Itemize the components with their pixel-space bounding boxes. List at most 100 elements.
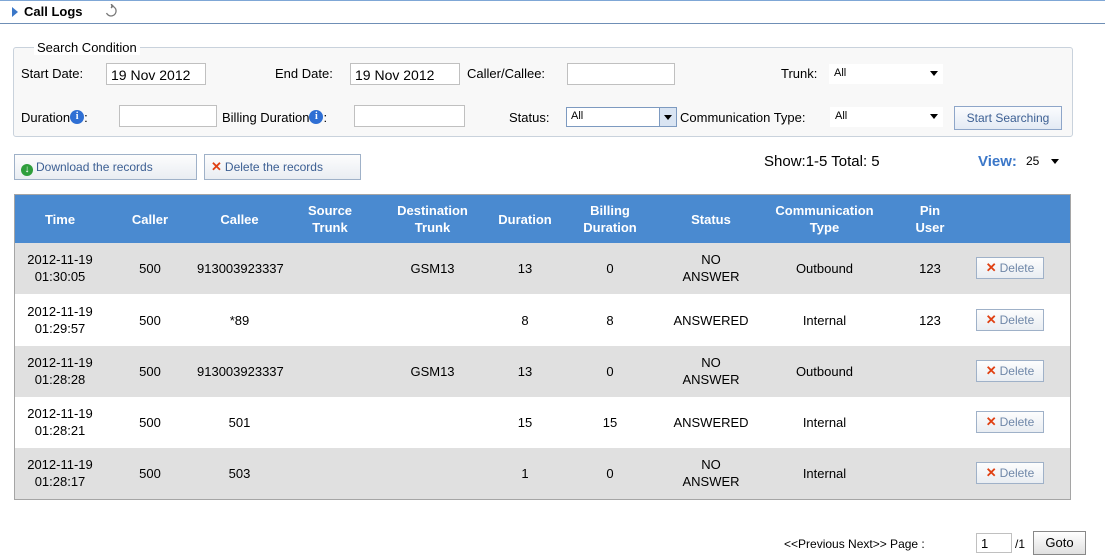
cell-caller: 500	[139, 313, 161, 328]
start-searching-button[interactable]: Start Searching	[954, 106, 1062, 130]
show-total-text: Show:1-5 Total: 5	[764, 153, 880, 170]
billing-duration-input[interactable]	[354, 105, 465, 127]
column-header-pin-user-l2: User	[915, 220, 945, 235]
table-row: 2012-11-19 01:28:17 500 503 1 0 NO ANSWER Intern…	[15, 448, 1070, 499]
caller-callee-input[interactable]	[567, 63, 675, 85]
row-delete-button[interactable]: ✕ Delete	[976, 462, 1044, 484]
column-header-communication-type: Communication Type	[767, 202, 882, 236]
cell-time-clock: 01:29:57	[34, 321, 86, 336]
cell-dest: GSM13	[410, 261, 455, 276]
billing-duration-label: Billing Duration i:	[222, 110, 327, 125]
status-select-value: All	[571, 110, 584, 122]
expand-arrow-icon[interactable]	[12, 7, 18, 17]
pager-nav-text[interactable]: <<Previous Next>> Page :	[784, 537, 925, 551]
view-select-value: 25	[1026, 154, 1040, 168]
cell-duration: 15	[517, 415, 533, 430]
column-header-destination-trunk: Destination Trunk	[385, 202, 480, 236]
column-header-destination-trunk-l1: Destination	[397, 203, 468, 218]
cell-status-l2: ANSWER	[682, 372, 740, 387]
start-date-field[interactable]: 19 Nov 2012	[106, 63, 206, 85]
view-label: View:	[978, 153, 1017, 170]
duration-label-colon: :	[84, 110, 88, 125]
info-icon[interactable]: i	[70, 110, 85, 124]
cell-duration: 13	[517, 364, 533, 379]
table-row: 2012-11-19 01:29:57 500 *89 8 8 ANSWERED Intern…	[15, 295, 1070, 346]
cell-caller: 500	[139, 466, 161, 481]
download-records-button[interactable]: ↓ Download the records	[14, 154, 197, 180]
row-delete-label: Delete	[999, 415, 1035, 429]
end-date-label: End Date:	[275, 66, 333, 81]
duration-input[interactable]	[119, 105, 217, 127]
info-icon[interactable]: i	[309, 110, 324, 124]
download-records-label: Download the records	[36, 160, 153, 174]
delete-icon: ✕	[985, 363, 997, 378]
cell-caller: 500	[139, 364, 161, 379]
download-icon: ↓	[21, 164, 33, 176]
delete-icon: ✕	[985, 414, 997, 429]
cell-duration: 1	[521, 466, 529, 481]
trunk-select[interactable]: All	[829, 64, 943, 84]
cell-time-clock: 01:28:21	[34, 423, 86, 438]
duration-label-text: Duration	[21, 110, 71, 125]
start-date-label: Start Date:	[21, 66, 84, 81]
status-label: Status:	[509, 110, 550, 125]
column-header-billing-duration-l1: Billing	[590, 203, 630, 218]
column-header-source-trunk-l2: Trunk	[312, 220, 348, 235]
status-select[interactable]: All	[566, 107, 677, 127]
billing-duration-label-colon: :	[323, 110, 328, 125]
column-header-communication-type-l1: Communication	[775, 203, 874, 218]
communication-type-select-value: All	[835, 110, 848, 122]
search-condition-legend: Search Condition	[34, 40, 140, 55]
column-header-communication-type-l2: Type	[809, 220, 840, 235]
cell-time-date: 2012-11-19	[27, 252, 93, 267]
cell-time-clock: 01:28:28	[34, 372, 86, 387]
cell-status-l2: ANSWER	[682, 474, 740, 489]
row-delete-button[interactable]: ✕ Delete	[976, 360, 1044, 382]
chevron-down-icon	[1051, 159, 1059, 164]
end-date-field[interactable]: 19 Nov 2012	[350, 63, 460, 85]
chevron-down-icon	[930, 71, 938, 76]
cell-type: Internal	[802, 313, 847, 328]
delete-icon: ✕	[985, 465, 997, 480]
cell-caller: 500	[139, 415, 161, 430]
cell-duration: 13	[517, 261, 533, 276]
row-delete-button[interactable]: ✕ Delete	[976, 411, 1044, 433]
trunk-select-value: All	[834, 67, 847, 79]
delete-icon: ✕	[985, 312, 997, 327]
column-header-pin-user-l1: Pin	[919, 203, 941, 218]
row-delete-button[interactable]: ✕ Delete	[976, 257, 1044, 279]
column-header-destination-trunk-l2: Trunk	[414, 220, 451, 235]
title-bar: Call Logs	[0, 0, 1105, 24]
cell-status: NO ANSWER	[666, 456, 756, 490]
billing-duration-label-text: Billing Duration	[222, 110, 310, 125]
cell-caller: 500	[139, 261, 161, 276]
cell-billing: 15	[602, 415, 618, 430]
delete-records-label: Delete the records	[224, 160, 323, 174]
cell-status-l1: NO	[701, 252, 721, 267]
communication-type-label: Communication Type:	[680, 110, 806, 125]
page-title: Call Logs	[24, 4, 83, 19]
row-delete-button[interactable]: ✕ Delete	[976, 309, 1044, 331]
column-header-billing-duration-l2: Duration	[583, 220, 637, 235]
delete-records-button[interactable]: ✕ Delete the records	[204, 154, 361, 180]
delete-icon: ✕	[985, 260, 997, 275]
cell-callee: 501	[228, 415, 251, 430]
column-header-source-trunk-l1: Source	[307, 203, 353, 218]
row-delete-label: Delete	[999, 364, 1035, 378]
refresh-icon[interactable]	[104, 3, 118, 18]
view-select[interactable]: 25	[1023, 151, 1061, 173]
cell-callee: 503	[228, 466, 251, 481]
cell-status: ANSWERED	[673, 415, 749, 430]
cell-time-clock: 01:30:05	[34, 269, 86, 284]
page-number-input[interactable]	[976, 533, 1012, 553]
communication-type-select[interactable]: All	[830, 107, 943, 127]
cell-status-l1: NO	[701, 457, 721, 472]
goto-button[interactable]: Goto	[1033, 531, 1086, 555]
cell-type: Internal	[802, 466, 847, 481]
row-delete-label: Delete	[999, 261, 1035, 275]
column-header-status: Status	[691, 212, 731, 227]
cell-status: NO ANSWER	[666, 354, 756, 388]
table-header: Time Caller Callee Source Trunk Destinati…	[15, 195, 1070, 243]
column-header-pin-user: Pin User	[910, 202, 950, 236]
chevron-down-glyph	[664, 115, 672, 120]
